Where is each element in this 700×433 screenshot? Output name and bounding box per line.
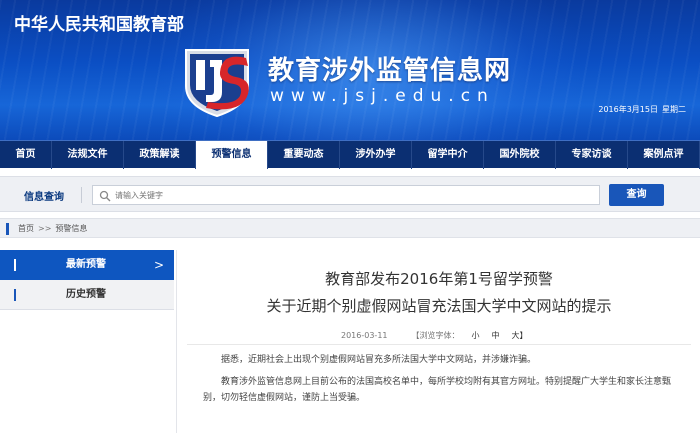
font-size-medium[interactable]: 中 [492, 331, 500, 340]
sidebar-item-marker [14, 289, 16, 301]
sidebar-item-latest-warnings[interactable]: 最新预警 > [0, 250, 174, 280]
nav-item-study-agencies[interactable]: 留学中介 [412, 141, 484, 169]
nav-item-warnings[interactable]: 预警信息 [196, 141, 268, 169]
current-date: 2016年3月15日 星期二 [594, 104, 686, 115]
nav-item-regulations[interactable]: 法规文件 [52, 141, 124, 169]
breadcrumb: 首页 >> 预警信息 [18, 223, 87, 234]
search-input[interactable] [115, 186, 595, 204]
header-banner: 中华人民共和国教育部 教育涉外监管信息网 www.jsj.edu.cn 2016… [0, 0, 700, 140]
search-icon [99, 190, 111, 202]
article-title-line1: 教育部发布2016年第1号留学预警 [325, 270, 553, 288]
nav-item-news[interactable]: 重要动态 [268, 141, 340, 169]
sidebar-item-label: 最新预警 [66, 259, 106, 270]
article-divider [187, 344, 691, 345]
search-divider [81, 187, 82, 203]
nav-item-foreign-schools[interactable]: 涉外办学 [340, 141, 412, 169]
breadcrumb-home[interactable]: 首页 [18, 224, 34, 233]
article-meta: 2016-03-11 【浏览字体： 小 中 大】 [341, 330, 528, 341]
nav-item-expert-interviews[interactable]: 专家访谈 [556, 141, 628, 169]
ministry-name[interactable]: 中华人民共和国教育部 [14, 10, 184, 35]
date-value: 2016年3月15日 [598, 105, 658, 114]
sidebar-item-label: 历史预警 [66, 289, 106, 300]
font-size-small[interactable]: 小 [472, 331, 480, 340]
nav-item-home[interactable]: 首页 [0, 141, 52, 169]
breadcrumb-bar: 首页 >> 预警信息 [0, 218, 700, 238]
search-label: 信息查询 [24, 192, 64, 203]
search-box [92, 185, 600, 205]
article-paragraph: 教育涉外监管信息网上目前公布的法国高校名单中，每所学校均附有其官方网址。特别提醒… [203, 377, 672, 403]
nav-item-case-reviews[interactable]: 案例点评 [628, 141, 700, 169]
breadcrumb-current[interactable]: 预警信息 [55, 224, 87, 233]
search-bar: 信息查询 查询 [0, 176, 700, 212]
article: 教育部发布2016年第1号留学预警 关于近期个别虚假网站冒充法国大学中文网站的提… [176, 250, 700, 433]
sidebar-item-history-warnings[interactable]: 历史预警 [0, 280, 174, 310]
jsj-logo-icon[interactable] [178, 42, 256, 118]
nav-item-foreign-universities[interactable]: 国外院校 [484, 141, 556, 169]
breadcrumb-separator: >> [38, 224, 52, 233]
sidebar-item-marker [14, 259, 16, 271]
font-size-large[interactable]: 大】 [512, 331, 528, 340]
search-button[interactable]: 查询 [609, 184, 664, 206]
weekday-value: 星期二 [662, 105, 686, 114]
article-date: 2016-03-11 [341, 331, 388, 340]
site-title[interactable]: 教育涉外监管信息网 [268, 50, 511, 87]
nav-item-policy[interactable]: 政策解读 [124, 141, 196, 169]
main-nav: 首页 法规文件 政策解读 预警信息 重要动态 涉外办学 留学中介 国外院校 专家… [0, 140, 700, 169]
chevron-right-icon: > [153, 258, 164, 272]
site-url[interactable]: www.jsj.edu.cn [270, 86, 495, 106]
sidebar: 最新预警 > 历史预警 [0, 250, 174, 433]
font-size-label: 【浏览字体： [411, 331, 460, 340]
article-title-line2: 关于近期个别虚假网站冒充法国大学中文网站的提示 [266, 297, 612, 315]
breadcrumb-marker [6, 223, 9, 235]
article-paragraph: 据悉，近期社会上出现个别虚假网站冒充多所法国大学中文网站，并涉嫌诈骗。 [221, 355, 537, 365]
